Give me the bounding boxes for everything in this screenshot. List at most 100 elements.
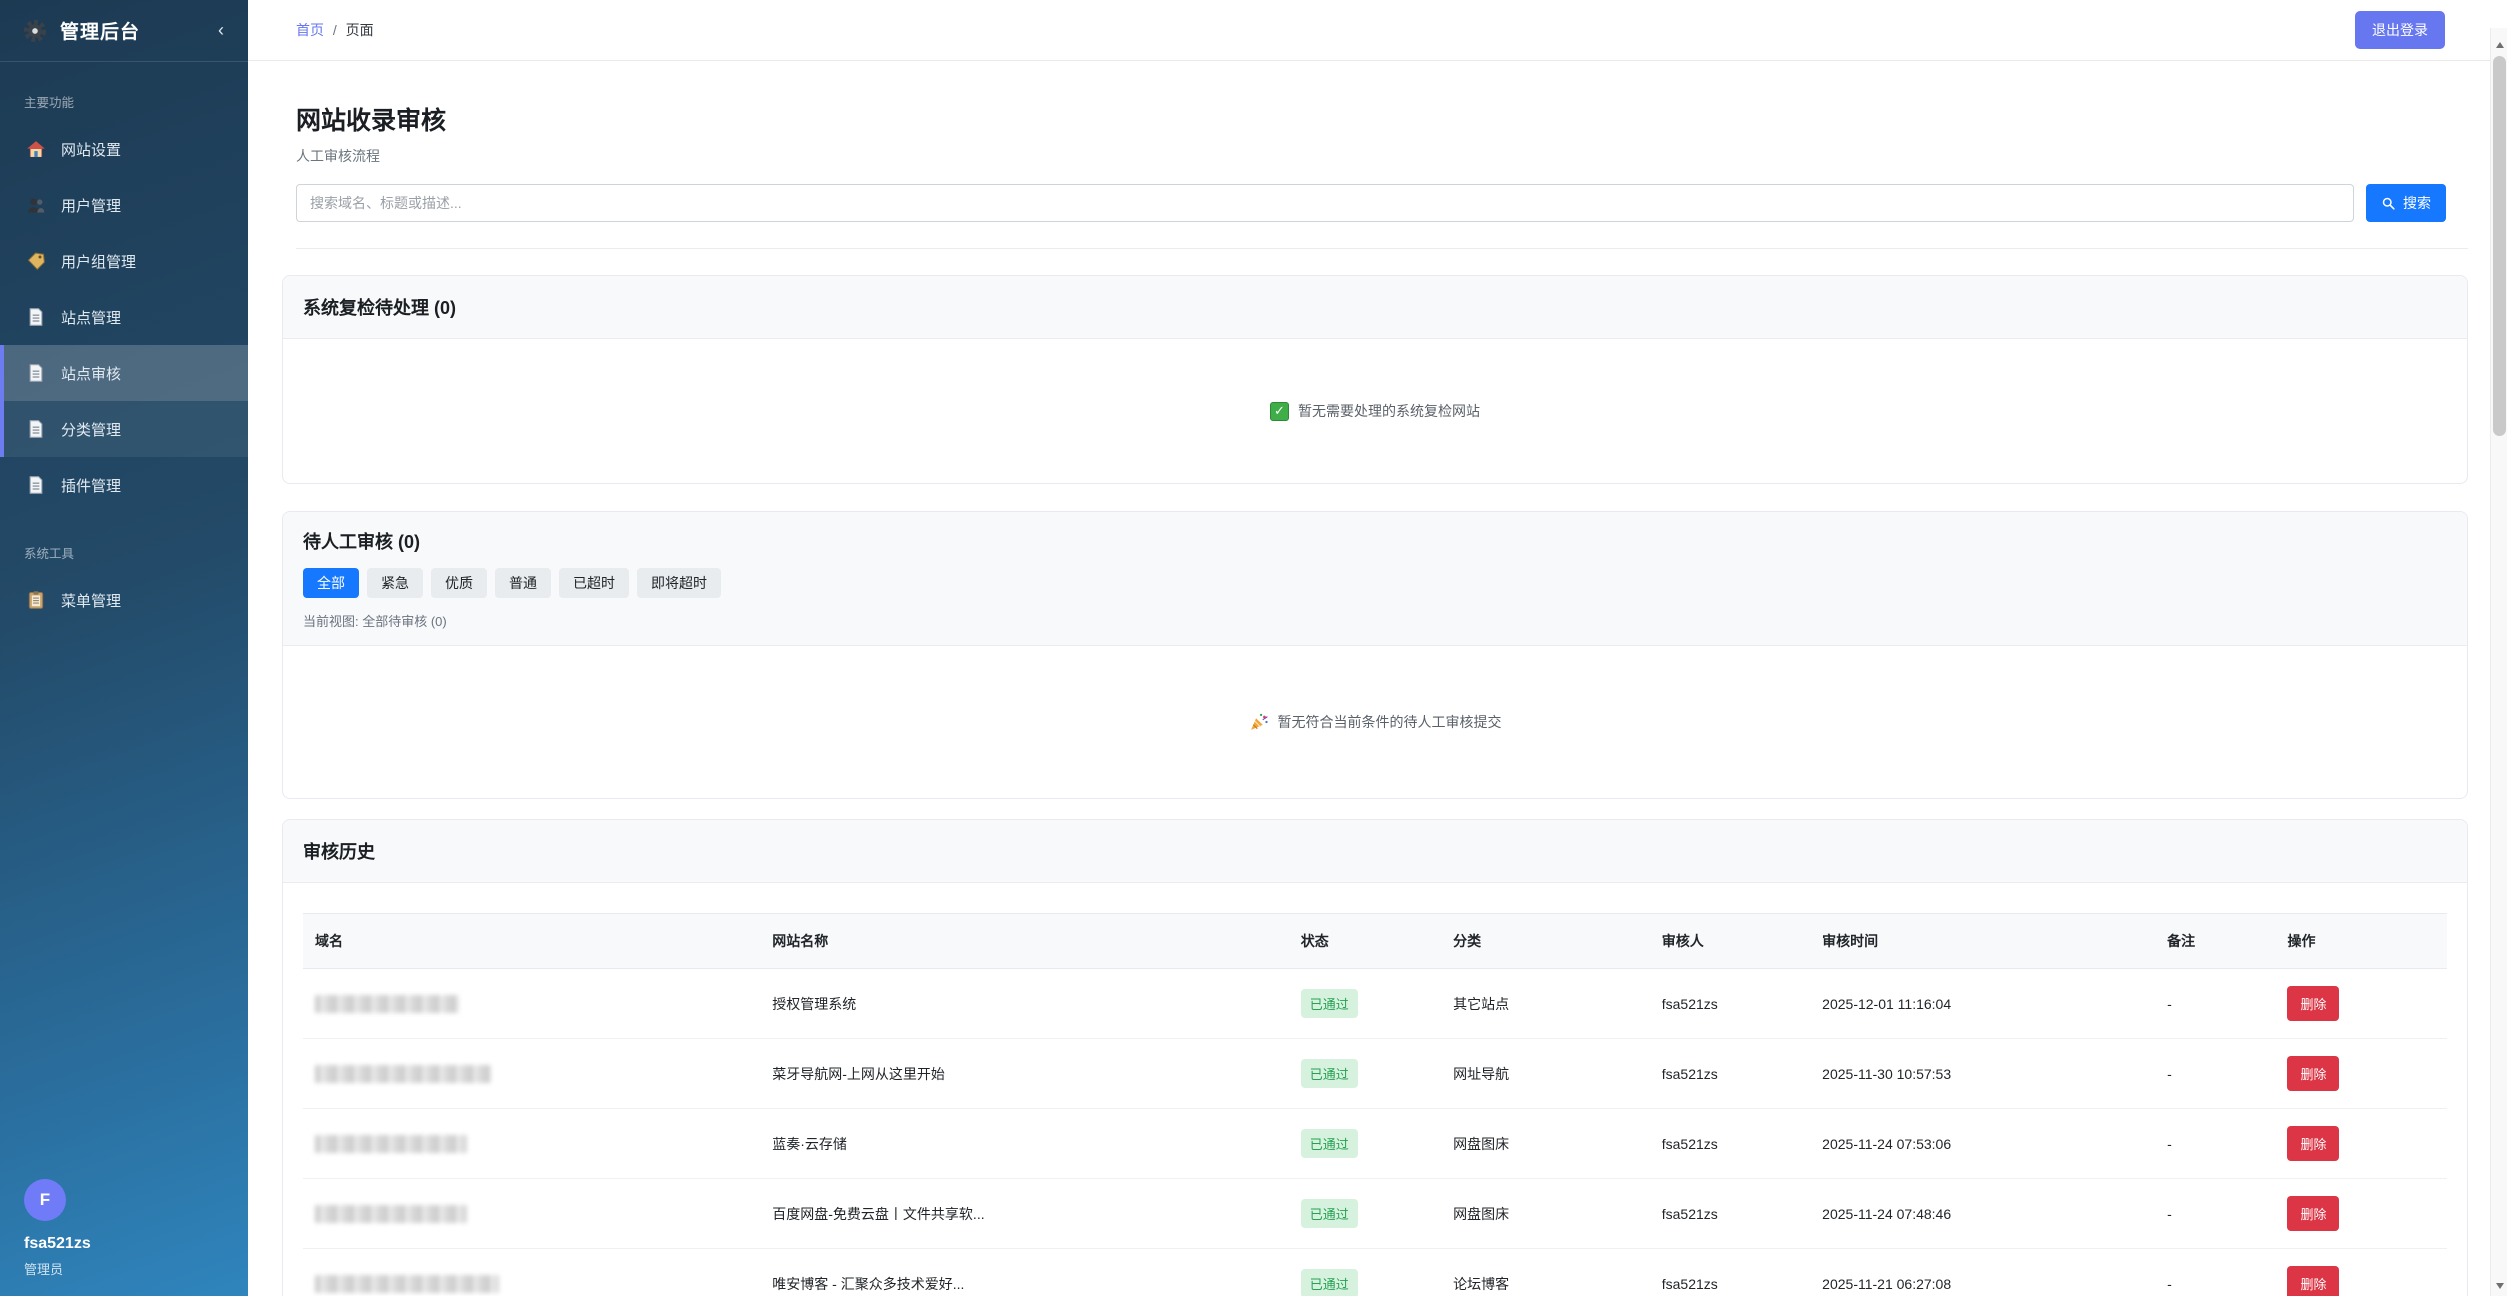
reviewer-cell: fsa521zs	[1650, 1039, 1810, 1109]
review-time-cell: 2025-11-30 10:57:53	[1810, 1039, 2155, 1109]
document-icon	[26, 363, 46, 383]
filter-pill[interactable]: 普通	[495, 568, 551, 598]
status-cell: 已通过	[1289, 1249, 1441, 1296]
check-icon: ✓	[1270, 402, 1289, 421]
sidebar-collapse-icon[interactable]: ‹	[214, 20, 228, 41]
delete-button[interactable]: 删除	[2287, 1196, 2339, 1231]
sidebar-item[interactable]: 分类管理	[0, 401, 248, 457]
pending-card-title: 待人工审核 (0)	[303, 532, 420, 552]
action-cell: 删除	[2275, 1109, 2447, 1179]
filter-pill[interactable]: 优质	[431, 568, 487, 598]
search-input[interactable]	[296, 184, 2354, 222]
filter-pill[interactable]: 已超时	[559, 568, 629, 598]
page-subtitle: 人工审核流程	[296, 146, 2468, 166]
sidebar-item-label: 站点管理	[61, 307, 121, 328]
action-cell: 删除	[2275, 1039, 2447, 1109]
sidebar-item-label: 菜单管理	[61, 590, 121, 611]
pending-empty-text: 暂无符合当前条件的待人工审核提交	[1278, 712, 1502, 732]
note-cell: -	[2155, 1039, 2275, 1109]
table-row: 菜牙导航网-上网从这里开始 已通过 网址导航 fsa521zs 2025-11-…	[303, 1039, 2447, 1109]
pending-card: 待人工审核 (0) 全部 紧急 优质 普通 已超时 即将超时	[282, 511, 2468, 799]
user-name: fsa521zs	[24, 1235, 91, 1253]
sidebar-item[interactable]: 用户管理	[0, 177, 248, 233]
breadcrumb-current: 页面	[346, 22, 374, 38]
table-row: 唯安博客 - 汇聚众多技术爱好... 已通过 论坛博客 fsa521zs 202…	[303, 1249, 2447, 1296]
redacted-domain	[315, 1275, 499, 1293]
logout-button[interactable]: 退出登录	[2355, 11, 2445, 49]
sidebar-item[interactable]: 菜单管理	[0, 572, 248, 628]
review-time-cell: 2025-11-21 06:27:08	[1810, 1249, 2155, 1296]
page-head: 网站收录审核 人工审核流程	[296, 101, 2468, 166]
sidebar-item[interactable]: 插件管理	[0, 457, 248, 513]
scroll-up-arrow-icon[interactable]	[2491, 36, 2507, 53]
scroll-down-arrow-icon[interactable]	[2491, 1277, 2507, 1294]
recheck-card: 系统复检待处理 (0) ✓ 暂无需要处理的系统复检网站	[282, 275, 2468, 484]
page-content: 网站收录审核 人工审核流程 搜索 系统复检待处理 (0) ✓ 暂无需要处理的系统…	[248, 61, 2507, 1296]
review-time-cell: 2025-11-24 07:53:06	[1810, 1109, 2155, 1179]
category-cell: 网址导航	[1441, 1039, 1650, 1109]
domain-cell	[303, 1109, 760, 1179]
status-badge: 已通过	[1301, 1059, 1358, 1088]
sidebar-item-label: 插件管理	[61, 475, 121, 496]
history-column-header: 域名	[303, 914, 760, 969]
note-cell: -	[2155, 1109, 2275, 1179]
sidebar-item[interactable]: 网站设置	[0, 121, 248, 177]
status-cell: 已通过	[1289, 969, 1441, 1039]
action-cell: 删除	[2275, 1249, 2447, 1296]
sidebar-item-label: 分类管理	[61, 419, 121, 440]
filter-pill[interactable]: 全部	[303, 568, 359, 598]
recheck-card-body: ✓ 暂无需要处理的系统复检网站	[283, 339, 2467, 483]
review-time-cell: 2025-11-24 07:48:46	[1810, 1179, 2155, 1249]
document-icon	[26, 419, 46, 439]
tag-icon	[26, 251, 46, 271]
sidebar-item[interactable]: 用户组管理	[0, 233, 248, 289]
sidebar-item-label: 用户组管理	[61, 251, 136, 272]
app-title: 管理后台	[60, 17, 214, 44]
table-row: 百度网盘-免费云盘丨文件共享软... 已通过 网盘图床 fsa521zs 202…	[303, 1179, 2447, 1249]
delete-button[interactable]: 删除	[2287, 1056, 2339, 1091]
sidebar: 管理后台 ‹ 主要功能 网站设置 用户管理 用户组管理 站点管理	[0, 0, 248, 1296]
sidebar-item[interactable]: 站点管理	[0, 289, 248, 345]
site-name-cell: 百度网盘-免费云盘丨文件共享软...	[760, 1179, 1288, 1249]
status-cell: 已通过	[1289, 1039, 1441, 1109]
sidebar-item-label: 网站设置	[61, 139, 121, 160]
user-role: 管理员	[24, 1259, 91, 1278]
sidebar-item[interactable]: 站点审核	[0, 345, 248, 401]
delete-button[interactable]: 删除	[2287, 1126, 2339, 1161]
nav-section-label: 主要功能	[0, 62, 248, 121]
gear-icon	[22, 18, 48, 44]
domain-cell	[303, 1179, 760, 1249]
page-title: 网站收录审核	[296, 101, 2468, 137]
search-icon	[2381, 196, 2396, 211]
delete-button[interactable]: 删除	[2287, 986, 2339, 1021]
history-table-header-row: 域名 网站名称 状态 分类 审核人 审核时间	[303, 914, 2447, 969]
action-cell: 删除	[2275, 1179, 2447, 1249]
topbar: 首页 / 页面 退出登录	[248, 0, 2507, 61]
status-badge: 已通过	[1301, 1129, 1358, 1158]
category-cell: 网盘图床	[1441, 1179, 1650, 1249]
pending-empty-state: 暂无符合当前条件的待人工审核提交	[1249, 712, 1502, 732]
filter-pill[interactable]: 即将超时	[637, 568, 721, 598]
search-button[interactable]: 搜索	[2366, 184, 2446, 222]
search-button-label: 搜索	[2403, 193, 2431, 213]
filter-pill[interactable]: 紧急	[367, 568, 423, 598]
vertical-scrollbar[interactable]	[2490, 28, 2507, 1296]
delete-button[interactable]: 删除	[2287, 1266, 2339, 1296]
breadcrumb-home-link[interactable]: 首页	[296, 22, 324, 38]
scrollbar-thumb[interactable]	[2493, 56, 2506, 436]
history-card-title: 审核历史	[303, 842, 375, 862]
current-view-text: 当前视图: 全部待审核 (0)	[303, 611, 2447, 630]
redacted-domain	[315, 1065, 491, 1083]
nav-section-label: 系统工具	[0, 513, 248, 572]
pending-card-header: 待人工审核 (0) 全部 紧急 优质 普通 已超时 即将超时	[283, 512, 2467, 646]
category-cell: 其它站点	[1441, 969, 1650, 1039]
clipboard-icon	[26, 590, 46, 610]
pending-card-body: 暂无符合当前条件的待人工审核提交	[283, 646, 2467, 798]
recheck-card-header: 系统复检待处理 (0)	[283, 276, 2467, 339]
avatar[interactable]: F	[24, 1179, 66, 1221]
domain-cell	[303, 1039, 760, 1109]
history-card: 审核历史 域名 网站名称	[282, 819, 2468, 1296]
category-cell: 论坛博客	[1441, 1249, 1650, 1296]
redacted-domain	[315, 1135, 467, 1153]
action-cell: 删除	[2275, 969, 2447, 1039]
